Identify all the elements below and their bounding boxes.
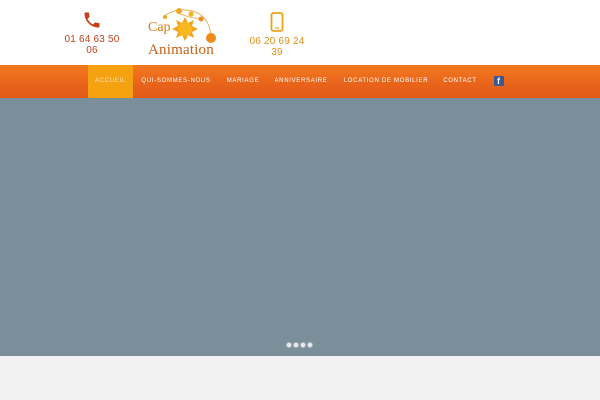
logo-text-line1: Cap [148, 20, 171, 35]
phone-icon [84, 12, 100, 28]
mobile-number-line2: 39 [271, 47, 283, 58]
nav-item-mariage[interactable]: Mariage [222, 65, 264, 98]
slider-dot-2[interactable] [293, 342, 299, 348]
mobile-contact[interactable]: 06 20 69 24 39 [248, 12, 306, 58]
slider-dot-3[interactable] [300, 342, 306, 348]
landline-number-line1: 01 64 63 50 [64, 34, 120, 45]
main-nav: Accueil Qui-sommes-nous Mariage Annivers… [0, 65, 600, 98]
nav-item-contact[interactable]: Contact [440, 65, 480, 98]
slider-dot-1[interactable] [286, 342, 292, 348]
facebook-glyph: f [497, 76, 500, 86]
hero-slider[interactable] [0, 98, 600, 356]
logo-text-line2: Animation [148, 42, 214, 58]
mobile-number-line1: 06 20 69 24 [249, 36, 305, 47]
site-logo[interactable]: Cap Animation [143, 5, 223, 60]
nav-item-accueil[interactable]: Accueil [88, 65, 133, 98]
nav-item-location-de-mobilier[interactable]: Location de mobilier [340, 65, 432, 98]
slider-dot-4[interactable] [307, 342, 313, 348]
landline-contact[interactable]: 01 64 63 50 06 [62, 10, 122, 56]
nav-item-qui-sommes-nous[interactable]: Qui-sommes-nous [140, 65, 212, 98]
mobile-phone-icon [270, 12, 284, 32]
nav-item-anniversaire[interactable]: Anniversaire [272, 65, 330, 98]
facebook-icon[interactable]: f [494, 76, 504, 86]
site-header: 01 64 63 50 06 Cap Animation 06 20 69 24… [0, 0, 600, 65]
content-area [0, 356, 600, 400]
page: 01 64 63 50 06 Cap Animation 06 20 69 24… [0, 0, 600, 400]
landline-number-line2: 06 [86, 45, 98, 56]
